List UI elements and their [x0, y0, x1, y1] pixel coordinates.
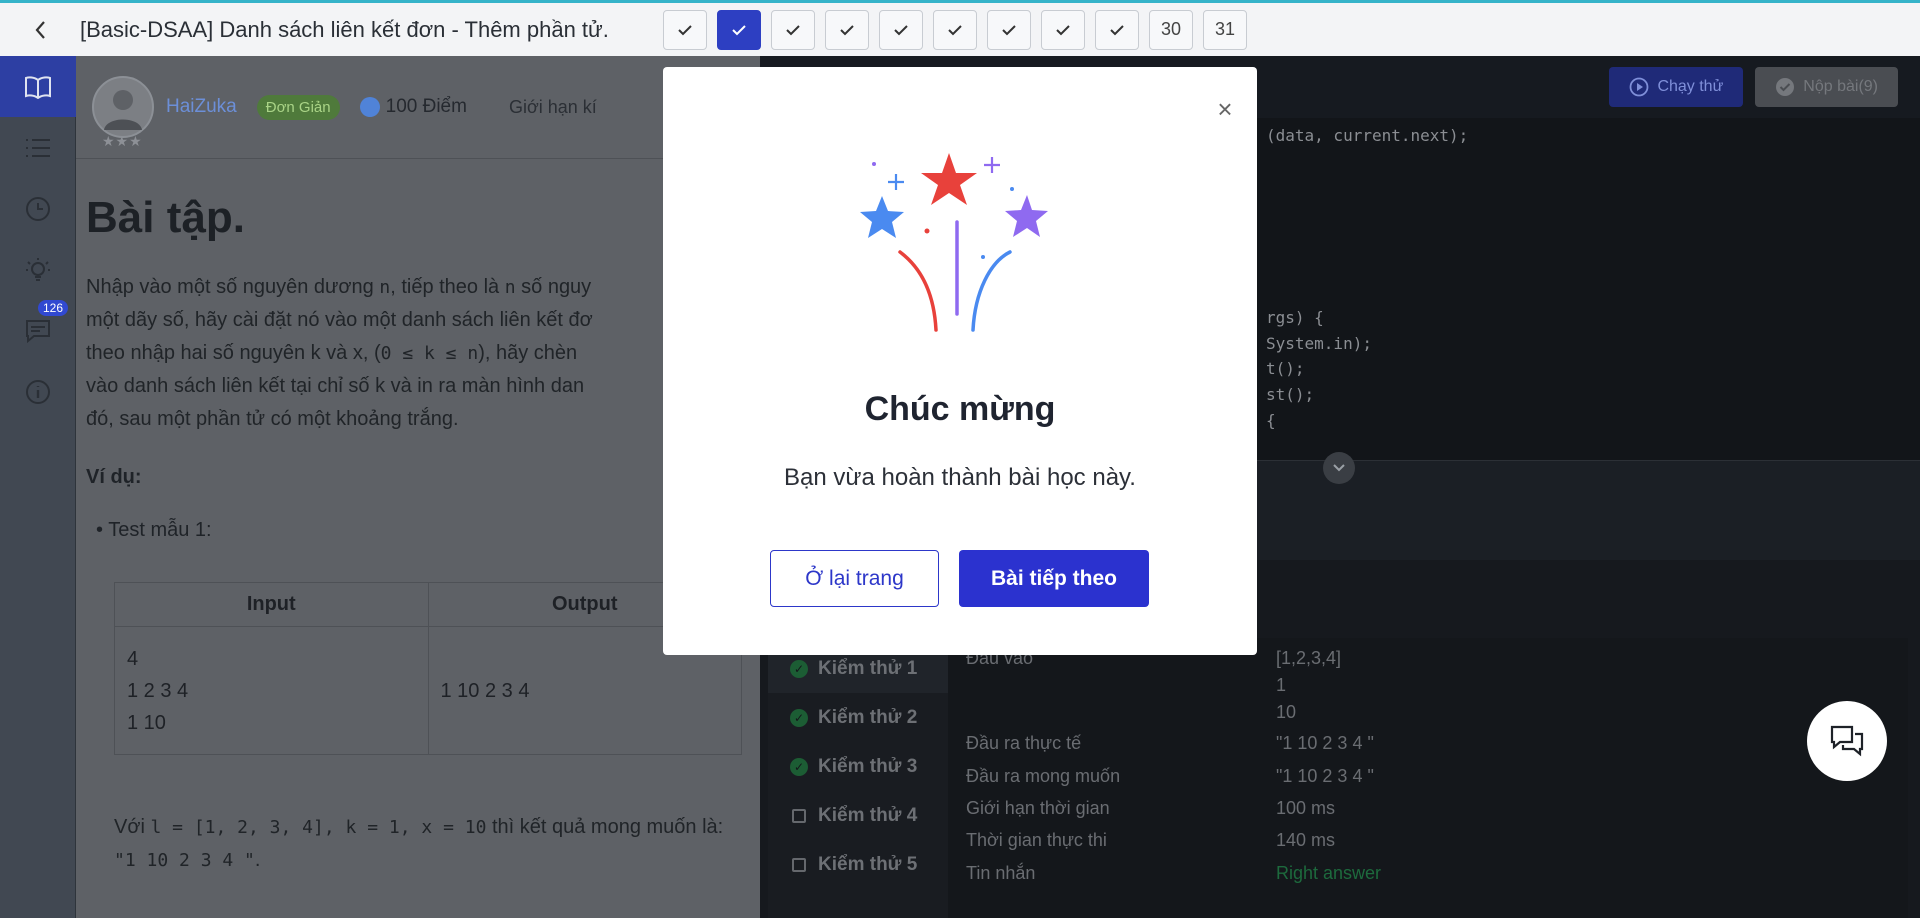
- next-lesson-button[interactable]: Bài tiếp theo: [959, 550, 1149, 607]
- congrats-modal: × Chúc mừng Bạn vừa hoàn thành bài học n…: [663, 67, 1257, 655]
- modal-message: Bạn vừa hoàn thành bài học này.: [784, 464, 1136, 491]
- modal-actions: Ở lại trang Bài tiếp theo: [770, 550, 1149, 607]
- stay-button[interactable]: Ở lại trang: [770, 550, 939, 607]
- modal-title: Chúc mừng: [864, 390, 1056, 428]
- celebration-stars-icon: [860, 153, 1048, 332]
- close-icon[interactable]: ×: [1213, 96, 1237, 122]
